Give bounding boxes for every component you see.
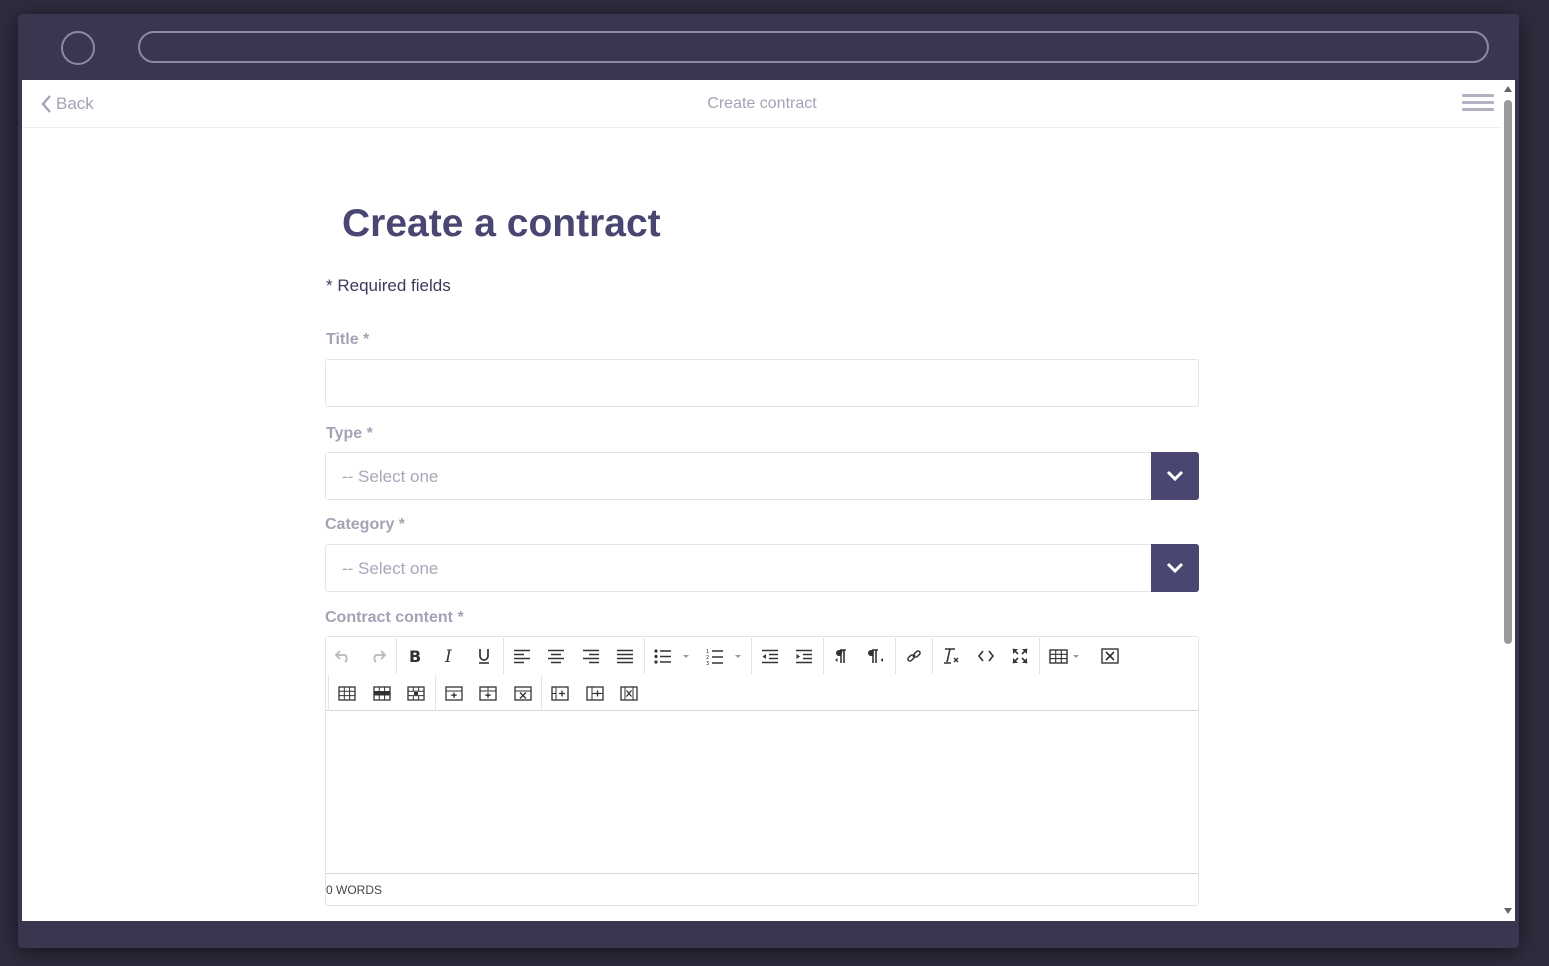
- remove-icon[interactable]: [1093, 641, 1128, 671]
- align-justify-icon[interactable]: [608, 641, 643, 671]
- title-label: Title *: [326, 331, 370, 348]
- col-insert-after-icon[interactable]: [506, 678, 541, 708]
- underline-icon[interactable]: [467, 641, 502, 671]
- category-label: Category *: [325, 516, 406, 533]
- indent-icon[interactable]: [787, 641, 822, 671]
- link-icon[interactable]: [897, 641, 932, 671]
- italic-icon[interactable]: I: [433, 641, 468, 671]
- menu-icon[interactable]: [1462, 94, 1494, 114]
- col-insert-before-icon[interactable]: [471, 678, 506, 708]
- required-note: * Required fields: [326, 276, 451, 295]
- editor-statusbar: 0 WORDS: [326, 873, 1198, 905]
- redo-icon[interactable]: [361, 641, 396, 671]
- top-nav-bar: Back Create contract: [22, 80, 1502, 128]
- content-label: Contract content *: [325, 609, 464, 626]
- code-icon[interactable]: [969, 641, 1004, 671]
- svg-text:I: I: [444, 648, 452, 664]
- chevron-down-icon: [1166, 562, 1184, 574]
- row-insert-before-icon[interactable]: [365, 678, 400, 708]
- toolbar-row-2: [328, 675, 647, 711]
- editor-toolbar: B I 1 2 3: [326, 637, 1198, 711]
- scrollbar[interactable]: [1502, 80, 1515, 921]
- chevron-down-icon: [1166, 470, 1184, 482]
- scrollbar-thumb[interactable]: [1504, 100, 1512, 644]
- align-right-icon[interactable]: [574, 641, 609, 671]
- outdent-icon[interactable]: [753, 641, 788, 671]
- toolbar-row-1: B I 1 2 3: [326, 638, 1127, 674]
- scroll-up-arrow-icon[interactable]: [1504, 86, 1512, 92]
- type-dropdown-button[interactable]: [1151, 452, 1199, 500]
- title-input[interactable]: [325, 359, 1199, 407]
- type-select[interactable]: -- Select one: [325, 452, 1199, 500]
- address-bar[interactable]: [138, 31, 1489, 63]
- rich-text-editor: B I 1 2 3 0 WORDS: [325, 636, 1199, 906]
- ltr-icon[interactable]: [825, 641, 860, 671]
- category-select[interactable]: -- Select one: [325, 544, 1199, 592]
- table-props-icon[interactable]: [330, 678, 365, 708]
- clear-format-icon[interactable]: [934, 641, 969, 671]
- bullet-list-icon[interactable]: [646, 641, 698, 671]
- fullscreen-icon[interactable]: [1003, 641, 1038, 671]
- category-dropdown-button[interactable]: [1151, 544, 1199, 592]
- type-select-value: -- Select one: [342, 467, 439, 486]
- cell-merge-icon[interactable]: [612, 678, 647, 708]
- word-count: 0 WORDS: [326, 883, 383, 897]
- numbered-list-icon[interactable]: 123: [698, 641, 750, 671]
- rtl-icon[interactable]: [859, 641, 894, 671]
- page-title: Create a contract: [342, 202, 661, 245]
- nav-title: Create contract: [707, 95, 817, 112]
- cell-split-icon[interactable]: [578, 678, 613, 708]
- editor-content-area[interactable]: [326, 711, 1198, 872]
- type-label: Type *: [326, 425, 373, 442]
- svg-text:B: B: [409, 648, 421, 664]
- scroll-down-arrow-icon[interactable]: [1504, 908, 1512, 914]
- app-screen: Back Create contract Create a contract *…: [22, 80, 1515, 921]
- align-left-icon[interactable]: [505, 641, 540, 671]
- col-delete-icon[interactable]: [543, 678, 578, 708]
- svg-text:3: 3: [706, 661, 709, 665]
- bold-icon[interactable]: B: [398, 641, 433, 671]
- align-center-icon[interactable]: [539, 641, 574, 671]
- undo-icon[interactable]: [326, 641, 361, 671]
- row-insert-after-icon[interactable]: [399, 678, 434, 708]
- table-icon[interactable]: [1041, 641, 1093, 671]
- camera-circle: [61, 31, 95, 65]
- category-select-value: -- Select one: [342, 559, 439, 578]
- row-delete-icon[interactable]: [437, 678, 472, 708]
